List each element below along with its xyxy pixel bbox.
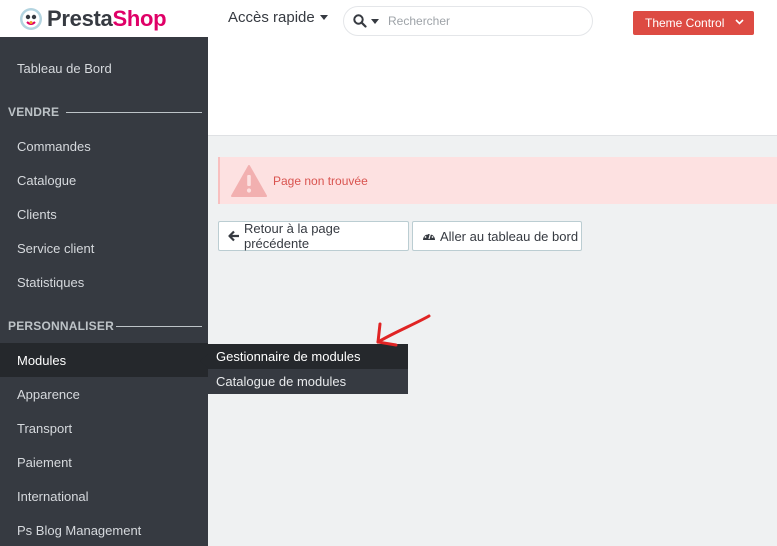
sidebar-item-dashboard[interactable]: Tableau de Bord — [0, 51, 208, 85]
warning-icon — [231, 164, 267, 197]
annotation-arrow-icon — [376, 314, 431, 347]
back-button[interactable]: Retour à la page précédente — [218, 221, 409, 251]
quick-access-dropdown[interactable]: Accès rapide — [228, 9, 328, 26]
alert-message: Page non trouvée — [273, 173, 368, 188]
section-divider — [66, 112, 202, 113]
arrow-left-icon — [228, 230, 240, 242]
logo-text: PrestaShop — [47, 6, 167, 32]
prestashop-logo-icon — [20, 8, 42, 30]
sidebar-item-customers[interactable]: Clients — [0, 197, 208, 231]
submenu-pointer — [200, 354, 208, 368]
search-input[interactable] — [388, 14, 578, 28]
error-alert: Page non trouvée — [218, 157, 777, 204]
sidebar-item-stats[interactable]: Statistiques — [0, 265, 208, 299]
logo-text-main: Presta — [47, 6, 113, 31]
caret-down-icon — [319, 15, 328, 20]
top-header: PrestaShop Accès rapide Theme Control — [0, 0, 777, 37]
search-icon — [353, 14, 367, 28]
logo-text-accent: Shop — [112, 6, 167, 31]
quick-access-label: Accès rapide — [228, 9, 315, 26]
dashboard-icon — [422, 230, 436, 242]
section-divider — [116, 326, 202, 327]
back-button-label: Retour à la page précédente — [244, 221, 341, 251]
go-to-dashboard-button[interactable]: Aller au tableau de bord — [412, 221, 582, 251]
sidebar-item-appearance[interactable]: Apparence — [0, 377, 208, 411]
sidebar-item-orders[interactable]: Commandes — [0, 129, 208, 163]
caret-down-icon — [371, 18, 379, 24]
search-type-toggle[interactable] — [344, 14, 388, 28]
sidebar-item-blog-management[interactable]: Ps Blog Management — [0, 513, 208, 546]
sidebar-item-modules[interactable]: Modules — [0, 343, 208, 377]
search-bar — [343, 6, 593, 36]
sidebar-item-payment[interactable]: Paiement — [0, 445, 208, 479]
go-to-dashboard-label: Aller au tableau de bord — [440, 228, 579, 244]
submenu-item-module-catalog[interactable]: Catalogue de modules — [208, 369, 408, 394]
sidebar-item-shipping[interactable]: Transport — [0, 411, 208, 445]
prestashop-logo[interactable]: PrestaShop — [19, 6, 167, 32]
section-title-sell: VENDRE — [8, 105, 60, 119]
theme-control-button[interactable]: Theme Control — [633, 11, 754, 35]
theme-control-label: Theme Control — [645, 16, 725, 30]
sidebar: Tableau de Bord VENDRE Commandes Catalog… — [0, 37, 208, 546]
sidebar-item-international[interactable]: International — [0, 479, 208, 513]
sidebar-item-catalog[interactable]: Catalogue — [0, 163, 208, 197]
sidebar-item-customer-service[interactable]: Service client — [0, 231, 208, 265]
chevron-down-icon — [735, 19, 744, 25]
page-toolbar — [208, 37, 777, 136]
section-title-customize: PERSONNALISER — [8, 319, 114, 333]
